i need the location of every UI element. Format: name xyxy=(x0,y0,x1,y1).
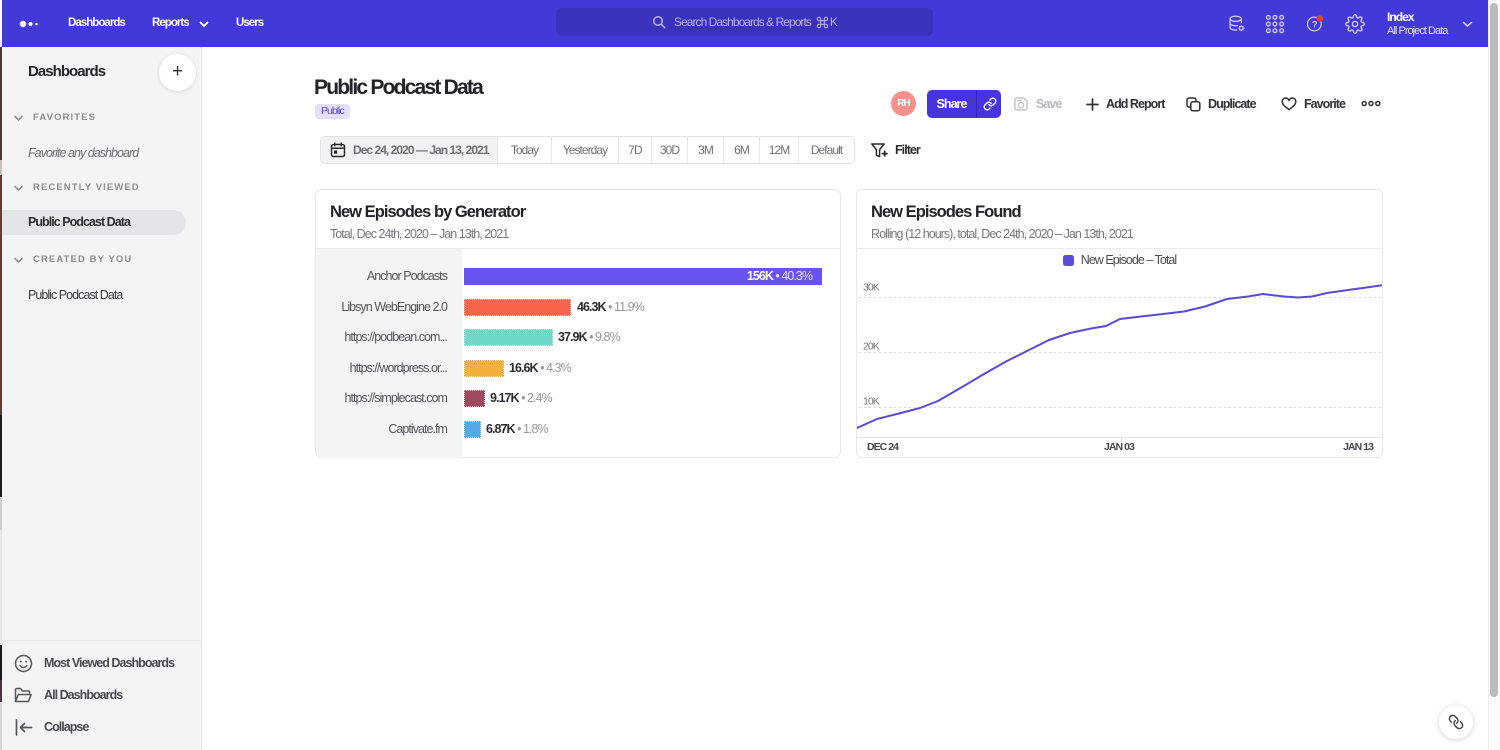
svg-text:30K: 30K xyxy=(863,282,880,294)
svg-text:20K: 20K xyxy=(863,341,880,353)
svg-text:10K: 10K xyxy=(863,396,880,408)
svg-text:?: ? xyxy=(1312,20,1318,31)
